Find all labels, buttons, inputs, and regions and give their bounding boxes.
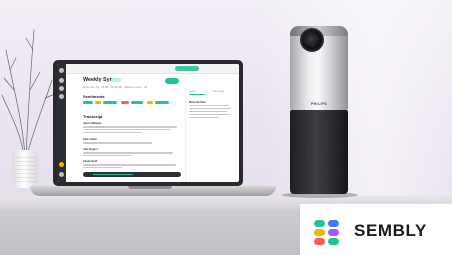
new-meeting-button xyxy=(175,66,199,71)
speaker-name: Sandy Bold xyxy=(83,160,98,163)
transcript-entry: Jason Williams xyxy=(83,122,181,134)
app-topbar xyxy=(66,64,239,74)
player-progress xyxy=(93,174,133,176)
audio-player xyxy=(83,172,181,177)
sentiment-timeline xyxy=(83,101,179,105)
brand-name: SEMBLY xyxy=(354,221,427,240)
camera-lens xyxy=(300,28,324,52)
avatar-icon xyxy=(59,162,64,167)
panel-title: Main Outline xyxy=(189,100,206,104)
settings-icon xyxy=(59,172,64,177)
transcript-entry: Kate Carter xyxy=(83,138,181,144)
meeting-meta: Wed, Jun 16 · 11:00 - 11:30 AM · Meeting… xyxy=(83,85,148,89)
tasks-icon xyxy=(59,94,64,99)
white-vase xyxy=(12,150,38,188)
branches xyxy=(1,29,56,156)
speaker-name: Kate Carter xyxy=(83,138,97,141)
app-sidebar xyxy=(57,64,66,182)
menu-icon xyxy=(59,68,64,73)
play-button xyxy=(165,78,179,84)
transcript-entry: Alex Rogers xyxy=(83,148,181,157)
laptop-notch xyxy=(128,186,172,189)
sembly-logo-icon xyxy=(314,220,339,245)
device-brand: PHILIPS xyxy=(310,102,328,106)
tab-notes: Notes xyxy=(189,90,196,93)
section-title: Sentiments xyxy=(83,94,105,99)
speaker-name: Alex Rogers xyxy=(83,148,99,151)
active-tab-indicator xyxy=(189,94,205,95)
transcript-entry: Sandy Bold xyxy=(83,160,181,169)
speaker-grille xyxy=(290,110,348,194)
status-badge xyxy=(111,78,121,82)
tab-summary: Summary xyxy=(213,90,225,93)
speaker-name: Jason Williams xyxy=(83,122,102,125)
laptop-screen: Weekly Sync Wed, Jun 16 · 11:00 - 11:30 … xyxy=(57,64,239,182)
home-icon xyxy=(59,78,64,83)
meetings-icon xyxy=(59,86,64,91)
wall-light xyxy=(260,0,452,200)
transcript-title: Transcript xyxy=(83,114,103,119)
photo-scene: Weekly Sync Wed, Jun 16 · 11:00 - 11:30 … xyxy=(0,0,452,255)
